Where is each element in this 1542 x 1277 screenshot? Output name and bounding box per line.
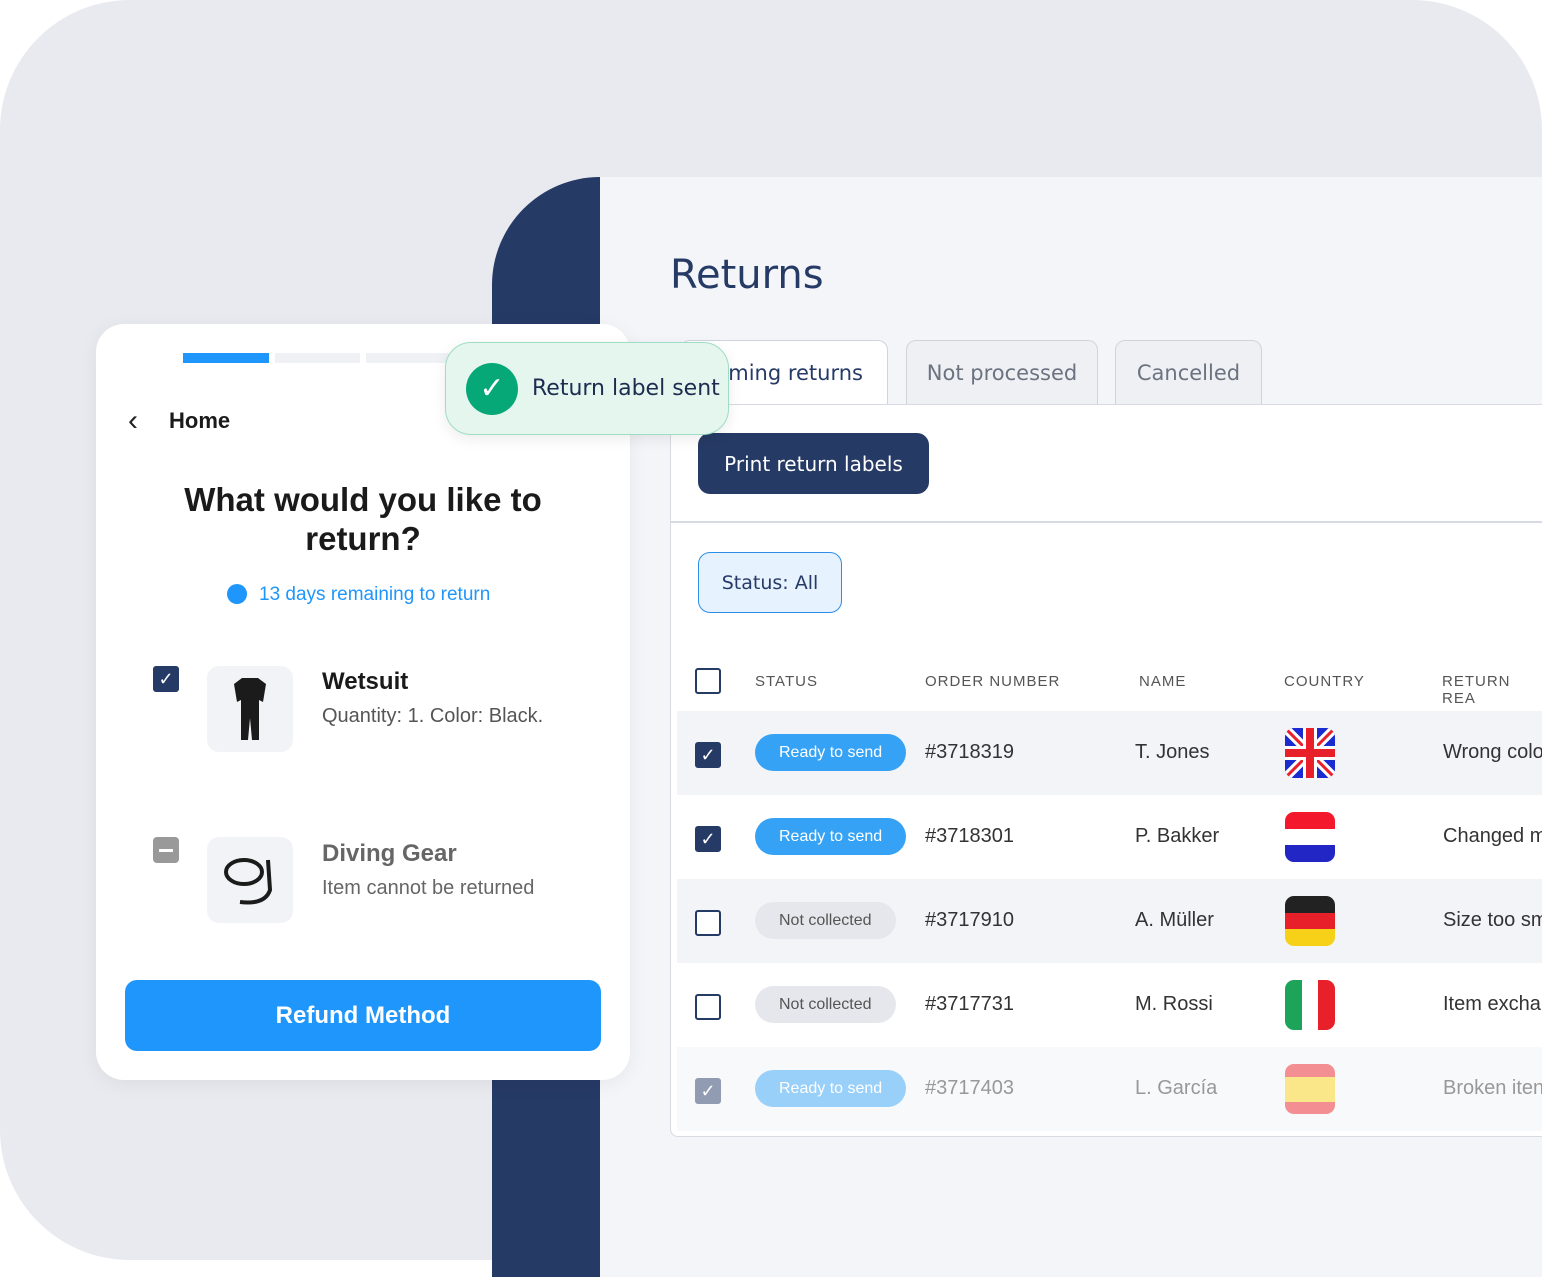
row-checkbox[interactable]: ✓ bbox=[695, 1078, 721, 1104]
order-number[interactable]: #3717910 bbox=[925, 909, 1014, 932]
item-name: Wetsuit bbox=[322, 668, 409, 695]
status-badge: Ready to send bbox=[755, 818, 907, 855]
order-number[interactable]: #3717731 bbox=[925, 993, 1014, 1016]
select-all-checkbox[interactable] bbox=[695, 668, 721, 694]
status-badge: Not collected bbox=[755, 986, 896, 1023]
page-title: Returns bbox=[670, 252, 824, 298]
tab-cancelled[interactable]: Cancelled bbox=[1115, 340, 1262, 405]
return-reason: Size too sm bbox=[1443, 909, 1542, 931]
return-reason: Item excha bbox=[1443, 993, 1541, 1015]
item-name: Diving Gear bbox=[322, 840, 457, 867]
customer-name: M. Rossi bbox=[1135, 993, 1213, 1015]
portal-heading: What would you like to return? bbox=[184, 481, 542, 557]
divider bbox=[671, 521, 1542, 523]
print-return-labels-button[interactable]: Print return labels bbox=[698, 433, 929, 494]
customer-name: P. Bakker bbox=[1135, 825, 1220, 847]
customer-name: A. Müller bbox=[1135, 909, 1214, 931]
status-badge: Not collected bbox=[755, 902, 896, 939]
column-header-return-reason: RETURN REA bbox=[1442, 673, 1511, 707]
days-remaining-text: 13 days remaining to return bbox=[259, 584, 491, 605]
order-number[interactable]: #3718319 bbox=[925, 741, 1014, 764]
table-row[interactable]: ✓ Ready to send #3718301 P. Bakker Chang… bbox=[677, 795, 1542, 879]
back-home-link[interactable]: Home bbox=[169, 408, 230, 434]
return-reason: Changed m bbox=[1443, 825, 1542, 847]
return-reason: Wrong colo bbox=[1443, 741, 1542, 763]
item-detail: Item cannot be returned bbox=[322, 877, 535, 899]
status-badge: Ready to send bbox=[755, 734, 907, 771]
column-header-status: STATUS bbox=[755, 673, 818, 690]
customer-name: L. García bbox=[1135, 1077, 1218, 1099]
progress-step-3 bbox=[366, 353, 451, 363]
table-row[interactable]: Not collected #3717731 M. Rossi Item exc… bbox=[677, 963, 1542, 1047]
toast-notification: ✓ Return label sent bbox=[445, 342, 729, 435]
column-header-order-number: ORDER NUMBER bbox=[925, 673, 1061, 690]
table-row[interactable]: ✓ Ready to send #3717403 L. García Broke… bbox=[677, 1047, 1542, 1131]
toast-message: Return label sent bbox=[532, 376, 720, 401]
wetsuit-image bbox=[207, 666, 293, 752]
row-checkbox[interactable]: ✓ bbox=[695, 742, 721, 768]
column-header-name: NAME bbox=[1139, 673, 1187, 690]
progress-step-1 bbox=[183, 353, 269, 363]
tab-not-processed[interactable]: Not processed bbox=[906, 340, 1098, 405]
order-number[interactable]: #3717403 bbox=[925, 1077, 1014, 1100]
column-header-country: COUNTRY bbox=[1284, 673, 1365, 690]
diving-gear-image bbox=[207, 837, 293, 923]
wetsuit-checkbox[interactable]: ✓ bbox=[153, 666, 179, 692]
chevron-left-icon[interactable]: ‹ bbox=[128, 404, 138, 438]
check-circle-icon: ✓ bbox=[466, 362, 518, 415]
progress-step-2 bbox=[275, 353, 360, 363]
status-filter-button[interactable]: Status: All bbox=[698, 552, 842, 613]
item-detail: Quantity: 1. Color: Black. bbox=[322, 705, 544, 727]
clock-icon bbox=[227, 584, 247, 604]
row-checkbox[interactable] bbox=[695, 994, 721, 1020]
refund-method-button[interactable]: Refund Method bbox=[125, 980, 601, 1051]
return-portal-card bbox=[96, 324, 630, 1080]
return-reason: Broken iten bbox=[1443, 1077, 1542, 1099]
diving-gear-checkbox-disabled bbox=[153, 837, 179, 863]
order-number[interactable]: #3718301 bbox=[925, 825, 1014, 848]
table-row[interactable]: ✓ Ready to send #3718319 T. Jones Wrong … bbox=[677, 711, 1542, 795]
status-badge: Ready to send bbox=[755, 1070, 907, 1107]
row-checkbox[interactable] bbox=[695, 910, 721, 936]
table-row[interactable]: Not collected #3717910 A. Müller Size to… bbox=[677, 879, 1542, 963]
row-checkbox[interactable]: ✓ bbox=[695, 826, 721, 852]
customer-name: T. Jones bbox=[1135, 741, 1210, 763]
